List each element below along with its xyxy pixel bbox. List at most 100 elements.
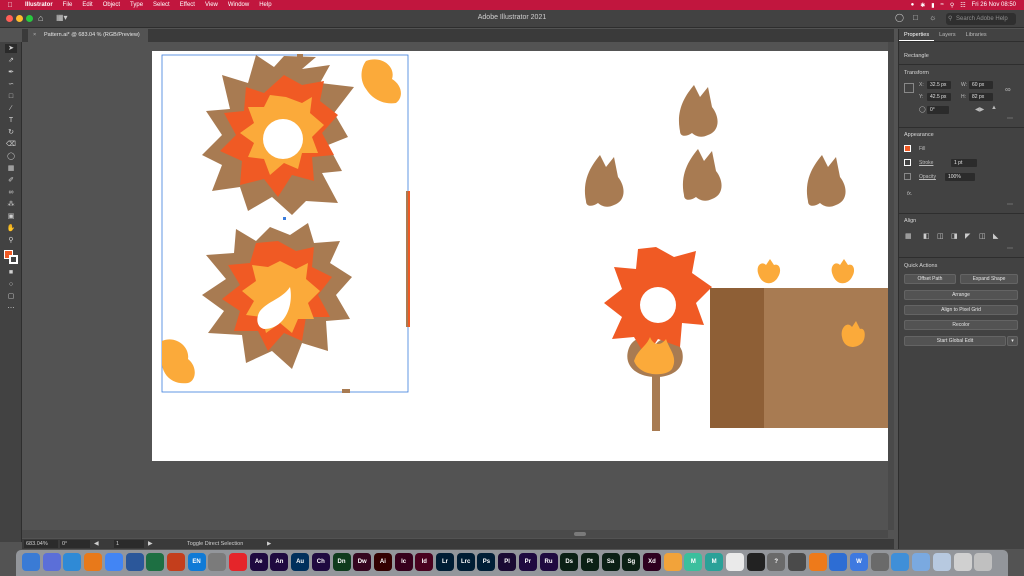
rotation-field[interactable]: 0°	[60, 540, 90, 548]
outlook-icon[interactable]	[125, 553, 144, 571]
blend-tool-icon[interactable]: ∞	[5, 188, 17, 197]
stroke-weight-field[interactable]: 1 pt	[951, 159, 977, 167]
language-icon[interactable]: EN	[187, 553, 206, 571]
offset-path-button[interactable]: Offset Path	[904, 274, 956, 284]
rotate-tool-icon[interactable]: ↻	[5, 128, 17, 137]
flame-fragment-top-right[interactable]	[361, 59, 401, 104]
webex-icon[interactable]: W	[850, 553, 868, 571]
draw-mode-icon[interactable]: ○	[5, 280, 17, 289]
downloads-icon[interactable]	[932, 553, 951, 571]
flip-vertical-icon[interactable]: ▲	[991, 105, 997, 111]
height-field[interactable]: 82 px	[969, 93, 993, 101]
rotation-angle-field[interactable]: 0°	[927, 106, 949, 114]
lightroom-classic-icon[interactable]: Lrc	[456, 553, 475, 571]
fx-button[interactable]: fx.	[907, 191, 912, 197]
xd-icon[interactable]: Xd	[643, 553, 661, 571]
flame-fragment-bottom-left[interactable]	[162, 339, 195, 384]
menubar-clock[interactable]: Fri 26 Nov 08:50	[972, 2, 1016, 8]
fire-burst-bottom[interactable]	[202, 223, 352, 369]
wifi-icon[interactable]: ≈	[941, 2, 944, 8]
tab-layers[interactable]: Layers	[934, 29, 961, 41]
after-effects-icon[interactable]: Ae	[249, 553, 268, 571]
document-tab[interactable]: × Pattern.ai* @ 683.04 % (RGB/Preview)	[28, 29, 148, 42]
expand-shape-button[interactable]: Expand Shape	[960, 274, 1018, 284]
screenflow-icon[interactable]	[870, 553, 889, 571]
close-tab-icon[interactable]: ×	[33, 29, 36, 42]
menu-window[interactable]: Window	[223, 2, 254, 8]
direct-selection-tool-icon[interactable]: ⇗	[5, 56, 17, 65]
stroke-label[interactable]: Stroke	[919, 160, 933, 166]
align-to-selection-icon[interactable]: ▦	[905, 232, 912, 240]
eyedropper-tool-icon[interactable]: ✐	[5, 176, 17, 185]
menu-type[interactable]: Type	[125, 2, 148, 8]
search-adobe-help-input[interactable]: ⚲ Search Adobe Help	[946, 13, 1016, 25]
align-bottom-icon[interactable]: ◣	[993, 232, 998, 240]
width-field[interactable]: 60 px	[969, 81, 993, 89]
shape-builder-tool-icon[interactable]: ◯	[5, 152, 17, 161]
x-position-field[interactable]: 32.5 px	[927, 81, 951, 89]
keynote-icon[interactable]	[829, 553, 848, 571]
menu-effect[interactable]: Effect	[175, 2, 200, 8]
stroke-color-swatch[interactable]	[9, 255, 18, 264]
settings-icon[interactable]	[208, 553, 227, 571]
premiere-icon[interactable]: Pr	[518, 553, 537, 571]
flip-horizontal-icon[interactable]: ◀▶	[975, 106, 984, 113]
artboard[interactable]	[152, 51, 888, 461]
battery-icon[interactable]: ▮	[931, 2, 934, 9]
launchpad-icon[interactable]	[42, 553, 61, 571]
creative-cloud-icon[interactable]: ●	[911, 2, 915, 8]
curvature-tool-icon[interactable]: ∽	[5, 80, 17, 89]
prelude-icon[interactable]: Pl	[498, 553, 517, 571]
opacity-field[interactable]: 100%	[945, 173, 975, 181]
indesign-icon[interactable]: Id	[415, 553, 434, 571]
symbol-sprayer-tool-icon[interactable]: ⁂	[5, 200, 17, 209]
control-center-icon[interactable]: ☷	[960, 2, 965, 9]
apple-icon[interactable]: 	[0, 2, 20, 9]
dimension-icon[interactable]: Dn	[332, 553, 351, 571]
artboard-number-field[interactable]: 1	[114, 540, 144, 548]
blender-icon[interactable]	[663, 553, 682, 571]
color-mode-icon[interactable]: ■	[5, 268, 17, 277]
firefox-icon[interactable]	[84, 553, 103, 571]
steam-icon[interactable]	[787, 553, 806, 571]
substance-alchemist-icon[interactable]: Sa	[601, 553, 620, 571]
type-tool-icon[interactable]: T	[5, 116, 17, 125]
start-global-edit-button[interactable]: Start Global Edit	[904, 336, 1006, 346]
align-to-pixel-grid-button[interactable]: Align to Pixel Grid	[904, 305, 1018, 315]
align-left-icon[interactable]: ◧	[923, 232, 930, 240]
reference-point-icon[interactable]	[904, 83, 914, 93]
mixamo-icon[interactable]: M	[684, 553, 703, 571]
artboard-tool-icon[interactable]: ▣	[5, 212, 17, 221]
status-arrow-icon[interactable]: ▶	[267, 539, 271, 549]
fill-swatch[interactable]	[904, 145, 911, 152]
menu-view[interactable]: View	[200, 2, 223, 8]
recolor-button[interactable]: Recolor	[904, 320, 1018, 330]
network-icon[interactable]	[891, 553, 910, 571]
arrange-documents-icon[interactable]: □	[913, 13, 918, 22]
tab-libraries[interactable]: Libraries	[961, 29, 992, 41]
tile-handle-bottom[interactable]	[342, 389, 350, 393]
bluetooth-icon[interactable]: ✱	[920, 2, 925, 9]
zoom-tool-icon[interactable]: ⚲	[5, 236, 17, 245]
menu-edit[interactable]: Edit	[77, 2, 97, 8]
vertical-scrollbar[interactable]	[888, 42, 894, 530]
incopy-icon[interactable]: Ic	[394, 553, 413, 571]
next-artboard-icon[interactable]: ▶	[148, 540, 153, 548]
chrome-icon[interactable]	[104, 553, 123, 571]
menu-help[interactable]: Help	[254, 2, 276, 8]
unreal-icon[interactable]	[746, 553, 765, 571]
horizontal-scrollbar[interactable]	[22, 530, 888, 538]
meshmixer-icon[interactable]: M	[705, 553, 724, 571]
dreamweaver-icon[interactable]: Dw	[353, 553, 372, 571]
align-center-horizontal-icon[interactable]: ◫	[937, 232, 944, 240]
previous-artboard-icon[interactable]: ◀	[94, 540, 99, 548]
fire-burst-top[interactable]	[202, 55, 354, 215]
substance-painter-icon[interactable]: Pt	[580, 553, 599, 571]
substance-designer-icon[interactable]: Ds	[560, 553, 579, 571]
help-icon[interactable]: ?	[767, 553, 786, 571]
arrange-button[interactable]: Arrange	[904, 290, 1018, 300]
eraser-tool-icon[interactable]: ⌫	[5, 140, 17, 149]
spotlight-icon[interactable]: ⚲	[950, 2, 954, 9]
align-center-vertical-icon[interactable]: ◫	[979, 232, 986, 240]
vlc-icon[interactable]	[808, 553, 827, 571]
